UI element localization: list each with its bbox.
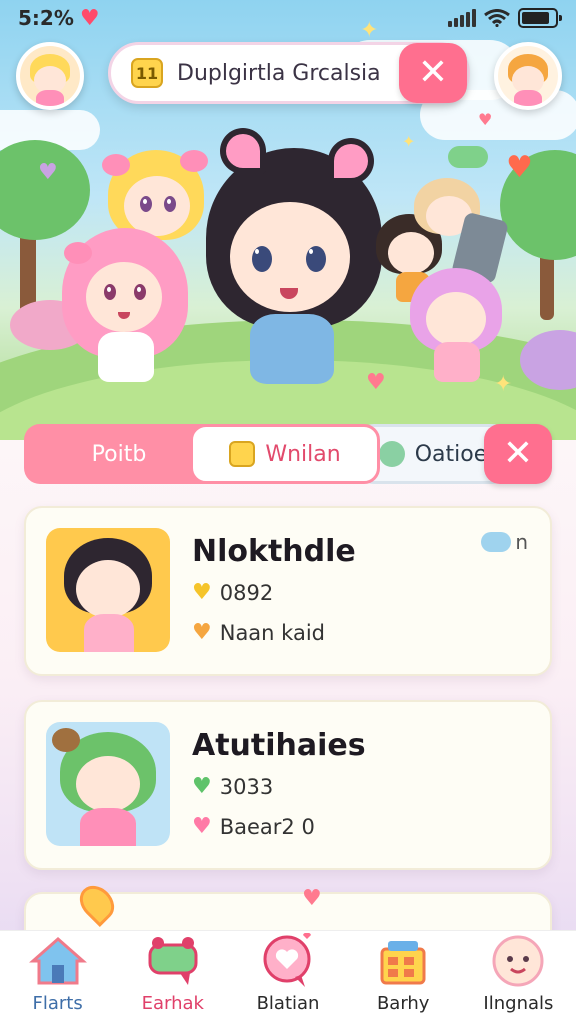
heart-icon: ♥ [192, 580, 212, 605]
close-icon: ✕ [417, 52, 449, 93]
nav-label: Barhy [376, 993, 430, 1014]
nav-label: Earhak [141, 993, 204, 1014]
speech-bubble-icon [448, 146, 488, 168]
card-stat: ♥ 3033 [192, 774, 273, 799]
profile-avatar-left[interactable] [16, 42, 84, 110]
battery-icon [518, 8, 562, 28]
heart-icon: ♥ [192, 620, 212, 645]
wifi-icon [484, 9, 510, 27]
heart-icon: ♥ [302, 886, 322, 911]
sparkle-icon: ✦ [494, 372, 513, 397]
sparkle-icon: ✦ [402, 132, 416, 151]
card-title: Nlokthdle [192, 534, 356, 569]
pencil-icon [229, 441, 256, 467]
chat-icon [148, 937, 198, 985]
bottom-navigation: Flarts Earhak Blatian Barhy Ilngnals [0, 930, 576, 1024]
building-icon [380, 941, 426, 985]
nav-item-favorites[interactable]: Blatian [230, 931, 345, 1024]
heart-icon: ♥ [79, 5, 100, 31]
home-icon [28, 937, 87, 985]
nav-item-profile[interactable]: Ilngnals [461, 931, 576, 1024]
nav-item-shop[interactable]: Barhy [346, 931, 461, 1024]
card-title: Atutihaies [192, 728, 366, 763]
close-icon: ✕ [502, 433, 534, 474]
nav-item-home[interactable]: Flarts [0, 931, 115, 1024]
tab-posts[interactable]: Poitb [24, 424, 214, 484]
tabs-close-button[interactable]: ✕ [484, 424, 552, 484]
status-bar: 5:2% ♥ [0, 0, 576, 36]
status-left: 5:2% ♥ [18, 6, 100, 31]
nav-label: Ilngnals [483, 993, 554, 1014]
card-stat: ♥ Baear2 0 [192, 814, 315, 839]
card-corner-text: n [515, 530, 528, 554]
search-badge: 11 [131, 58, 163, 88]
search-close-button[interactable]: ✕ [399, 43, 467, 103]
battery-percent-text: 5:2% [18, 6, 74, 30]
chibi-character [62, 228, 192, 398]
search-bar[interactable]: 11 Duplgirtla Grcalsia ✕ [108, 42, 470, 104]
heart-icon: ♥ [192, 814, 212, 839]
tab-label: Wnilan [265, 441, 341, 467]
nav-label: Blatian [256, 993, 320, 1014]
avatar [46, 722, 170, 846]
heart-icon: ♥ [506, 150, 533, 185]
globe-icon [378, 441, 405, 467]
profile-avatar-right[interactable] [494, 42, 562, 110]
heart-icon: ♥ [192, 774, 212, 799]
chibi-character [410, 268, 506, 388]
card-stat-value: Baear2 0 [219, 814, 315, 839]
card-stat-value: 3033 [219, 774, 274, 799]
tree [0, 140, 90, 240]
status-right [448, 8, 562, 28]
segmented-tabs: Poitb Oatioe Wnilan ✕ [24, 424, 552, 484]
tab-label: Poitb [91, 441, 147, 467]
heart-icon: ♥ [366, 370, 386, 395]
face-icon [492, 935, 544, 987]
card-stat-value: 0892 [219, 580, 274, 605]
search-text[interactable]: Duplgirtla Grcalsia [177, 61, 381, 86]
heart-bubble-icon [263, 933, 311, 987]
card-stat-value: Naan kaid [219, 620, 325, 645]
list-item[interactable]: Nlokthdle ♥ 0892 ♥ Naan kaid n [24, 506, 552, 676]
card-stat: ♥ Naan kaid [192, 620, 325, 645]
nav-label: Flarts [32, 993, 83, 1014]
tab-label: Oatioe [414, 441, 488, 467]
avatar [46, 528, 170, 652]
tab-writing[interactable]: Wnilan [190, 424, 380, 484]
card-stat: ♥ 0892 [192, 580, 273, 605]
nav-item-chat[interactable]: Earhak [115, 931, 230, 1024]
heart-icon: ♥ [478, 110, 493, 129]
heart-icon: ♥ [38, 160, 58, 185]
cloud-icon [481, 532, 512, 552]
signal-icon [448, 9, 476, 27]
card-corner[interactable]: n [481, 530, 528, 554]
chibi-main-character [200, 128, 390, 408]
list-item[interactable]: Atutihaies ♥ 3033 ♥ Baear2 0 [24, 700, 552, 870]
